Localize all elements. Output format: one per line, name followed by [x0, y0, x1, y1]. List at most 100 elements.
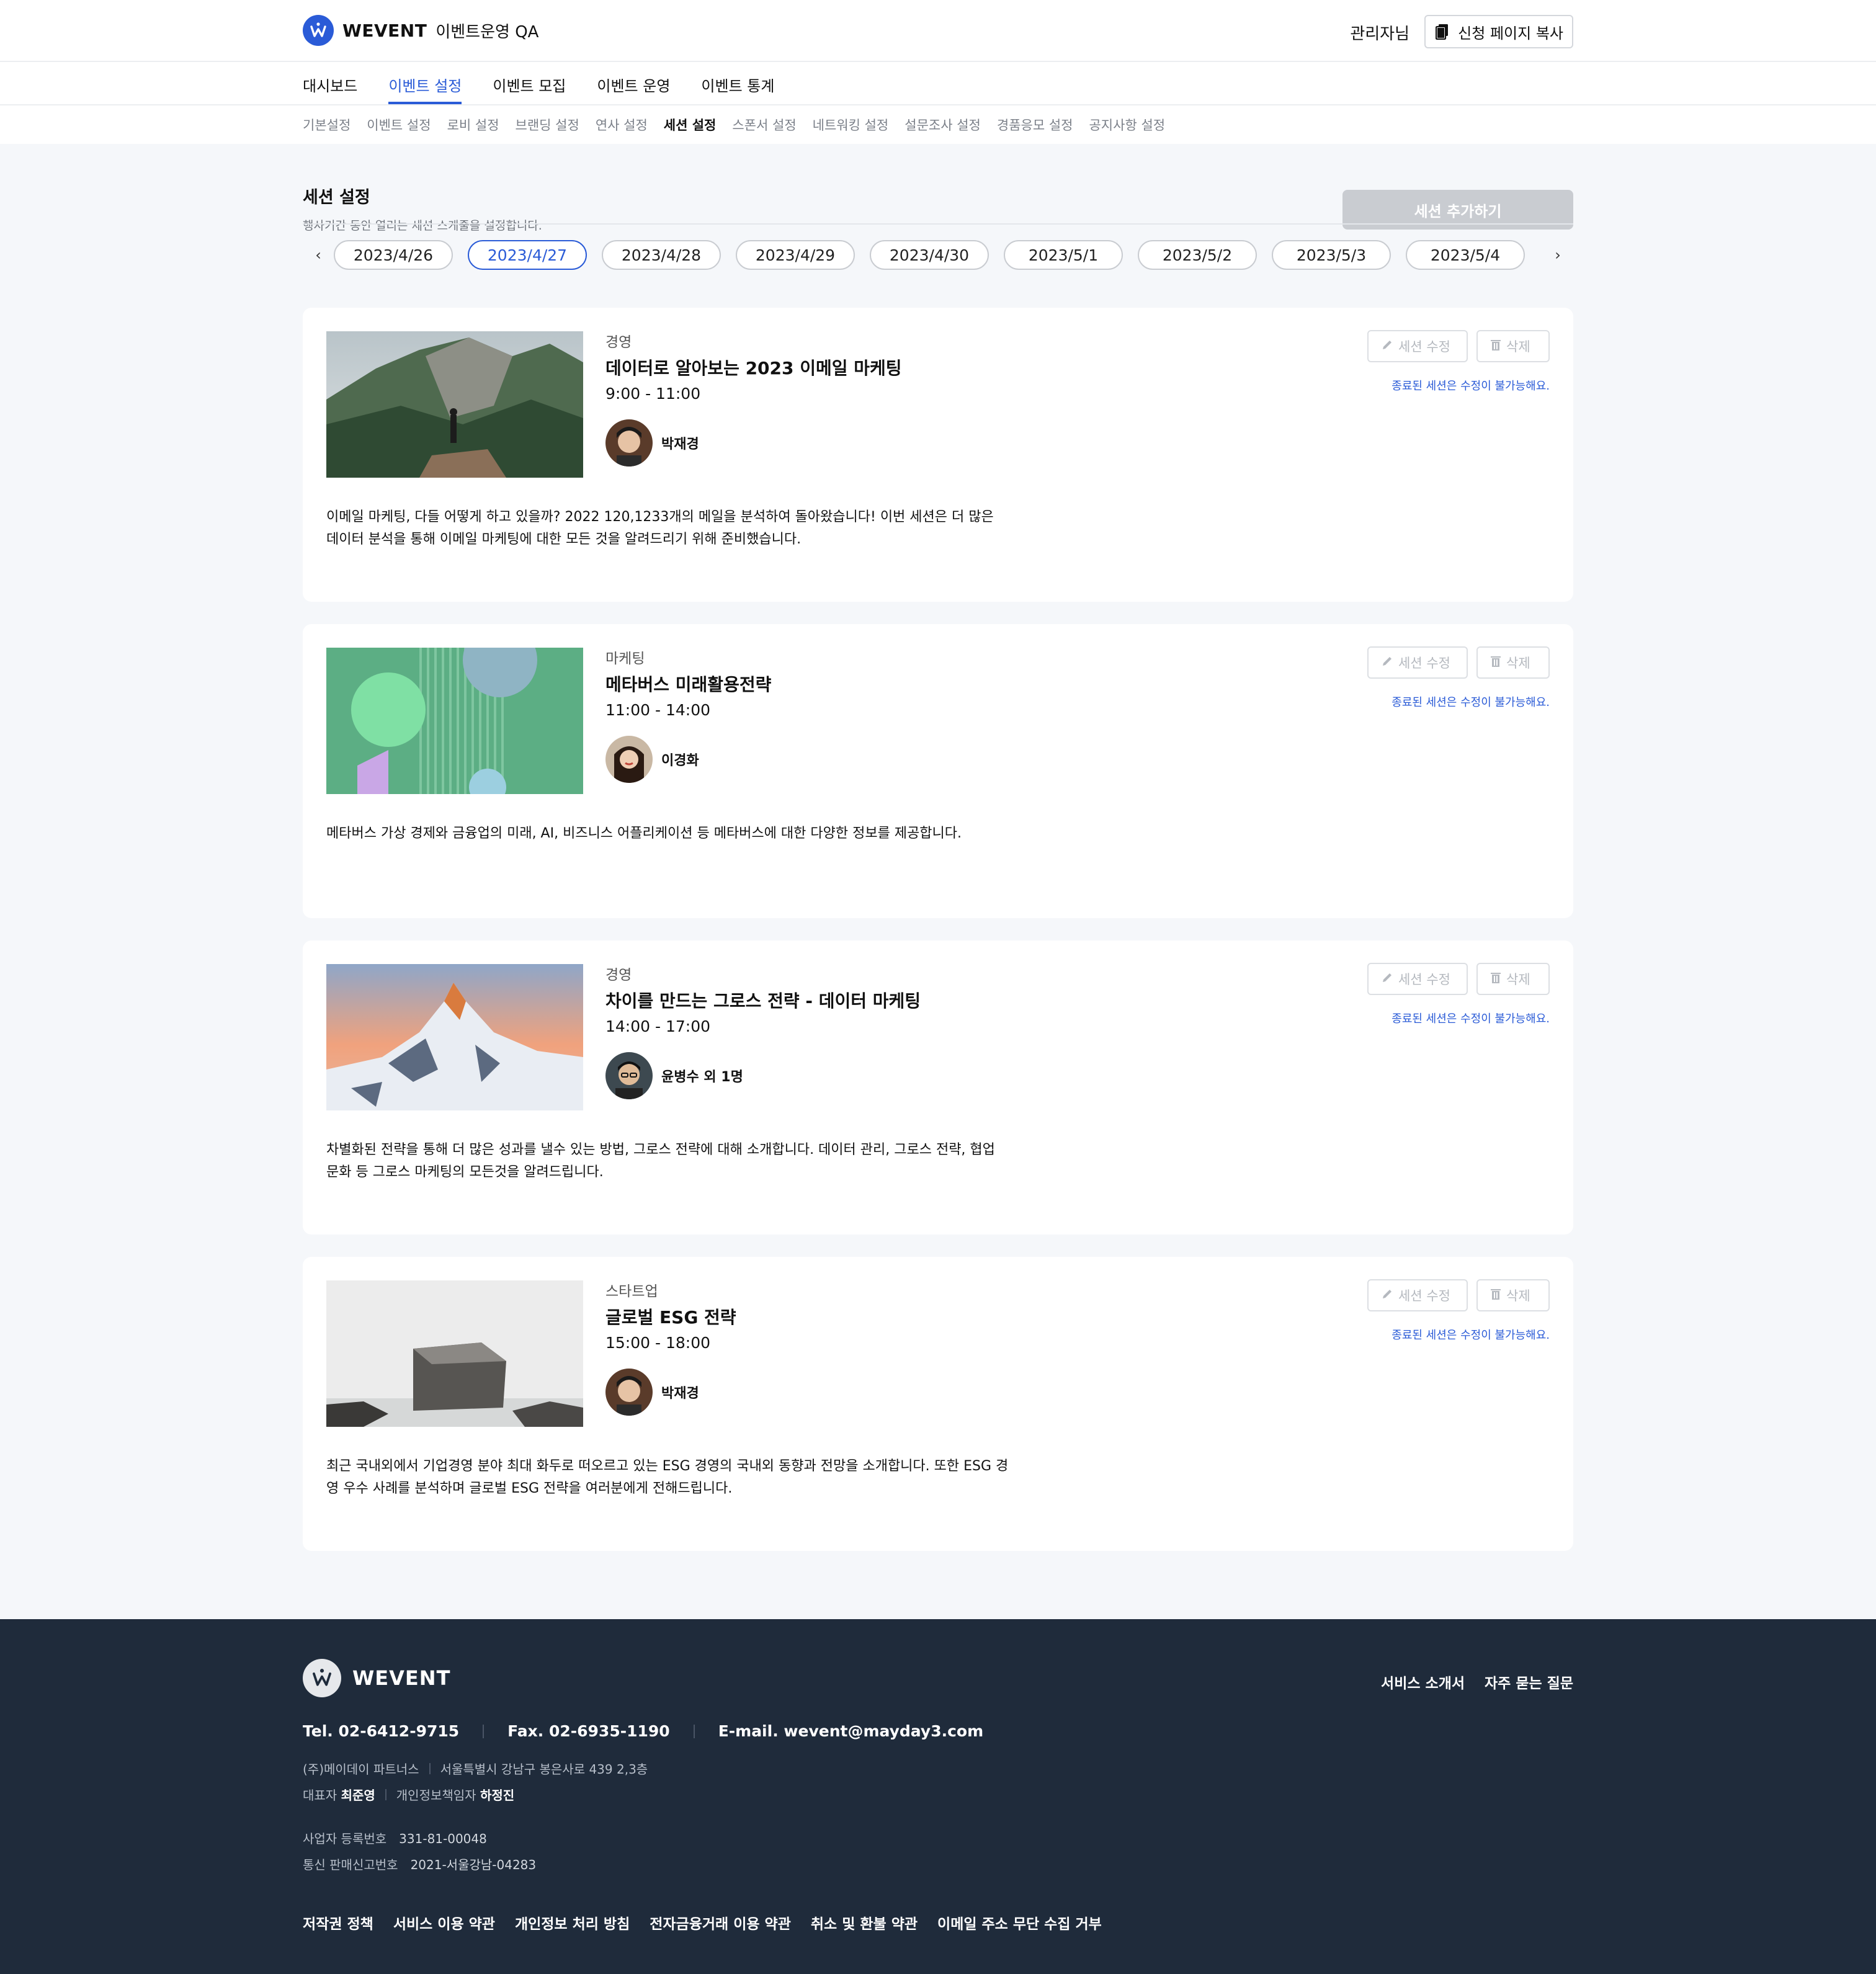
date-tab[interactable]: 2023/4/27: [468, 240, 587, 270]
delete-session-button[interactable]: 삭제: [1476, 963, 1550, 995]
delete-session-button[interactable]: 삭제: [1476, 1279, 1550, 1311]
date-tab[interactable]: 2023/4/28: [602, 240, 721, 270]
delete-session-button[interactable]: 삭제: [1476, 330, 1550, 362]
session-card: 마케팅 메타버스 미래활용전략 11:00 - 14:00 이경화 메타버스 가상 경제…: [303, 624, 1573, 918]
sub-nav-item[interactable]: 경품응모 설정: [997, 115, 1073, 134]
edit-session-label: 세션 수정: [1398, 339, 1450, 354]
footer-mail-order-value: 2021-서울강남-04283: [410, 1857, 537, 1872]
session-time: 11:00 - 14:00: [605, 701, 711, 719]
footer-biz-reg-label: 사업자 등록번호: [303, 1831, 387, 1846]
session-title: 글로벌 ESG 전략: [605, 1307, 736, 1328]
footer-policy-link[interactable]: 취소 및 환불 약관: [811, 1912, 918, 1933]
edit-session-button[interactable]: 세션 수정: [1367, 330, 1468, 362]
faq-link[interactable]: 자주 묻는 질문: [1485, 1671, 1573, 1692]
sub-nav-item[interactable]: 이벤트 설정: [367, 115, 431, 134]
edit-session-button[interactable]: 세션 수정: [1367, 1279, 1468, 1311]
footer-tel: Tel. 02-6412-9715: [303, 1722, 460, 1740]
main-nav-item[interactable]: 이벤트 설정: [388, 62, 462, 104]
session-description: 차별화된 전략을 통해 더 많은 성과를 낼수 있는 방법, 그로스 전략에 대…: [326, 1142, 995, 1180]
pencil-icon: [1381, 971, 1393, 987]
main-nav-item[interactable]: 대시보드: [303, 62, 357, 104]
sub-nav-item[interactable]: 로비 설정: [447, 115, 499, 134]
session-speaker: 이경화: [605, 736, 699, 783]
session-time: 15:00 - 18:00: [605, 1334, 711, 1352]
footer-biz-reg: 사업자 등록번호 331-81-00048: [303, 1829, 487, 1847]
chevron-right-icon[interactable]: ›: [1542, 246, 1573, 264]
date-tab[interactable]: 2023/4/30: [870, 240, 989, 270]
footer-company: (주)메이데이 파트너스: [303, 1762, 419, 1777]
session-category: 경영: [605, 334, 632, 351]
edit-session-button[interactable]: 세션 수정: [1367, 963, 1468, 995]
sub-nav-item[interactable]: 기본설정: [303, 115, 351, 134]
footer-policy-link[interactable]: 이메일 주소 무단 수집 거부: [937, 1912, 1102, 1933]
session-thumbnail-image: [326, 331, 583, 478]
date-tab[interactable]: 2023/4/29: [736, 240, 855, 270]
trash-icon: [1490, 339, 1501, 354]
brand[interactable]: WEVENT 이벤트운영 QA: [303, 15, 538, 46]
footer-policy-link[interactable]: 전자금융거래 이용 약관: [650, 1912, 791, 1933]
speaker-avatar: [605, 1369, 653, 1416]
footer-policy-link[interactable]: 개인정보 처리 방침: [515, 1912, 630, 1933]
footer-address: 서울특별시 강남구 봉은사로 439 2,3층: [440, 1762, 648, 1777]
session-edit-disabled-note: 종료된 세션은 수정이 불가능해요.: [1391, 1329, 1550, 1342]
sub-nav-item[interactable]: 네트워킹 설정: [813, 115, 889, 134]
footer-top-links: 서비스 소개서 자주 묻는 질문: [1381, 1671, 1573, 1692]
session-edit-disabled-note: 종료된 세션은 수정이 불가능해요.: [1391, 1012, 1550, 1025]
speaker-name: 박재경: [661, 1386, 699, 1401]
copy-apply-page-button[interactable]: 신청 페이지 복사: [1424, 15, 1573, 48]
speaker-name: 이경화: [661, 753, 699, 769]
date-tab[interactable]: 2023/5/1: [1004, 240, 1123, 270]
service-intro-link[interactable]: 서비스 소개서: [1381, 1671, 1465, 1692]
date-tab[interactable]: 2023/5/4: [1406, 240, 1525, 270]
event-name: 이벤트운영 QA: [436, 22, 539, 42]
sub-nav: 기본설정 이벤트 설정 로비 설정 브랜딩 설정 연사 설정 세션 설정 스폰서 설정 네트워…: [0, 105, 1876, 144]
sub-nav-item[interactable]: 스폰서 설정: [732, 115, 796, 134]
edit-session-label: 세션 수정: [1398, 656, 1450, 671]
footer-fax: Fax. 02-6935-1190: [507, 1722, 670, 1740]
trash-icon: [1490, 971, 1501, 987]
footer-policy-link[interactable]: 저작권 정책: [303, 1912, 373, 1933]
sub-nav-item[interactable]: 연사 설정: [596, 115, 648, 134]
footer-mail-order: 통신 판매신고번호 2021-서울강남-04283: [303, 1855, 536, 1873]
date-tab[interactable]: 2023/4/26: [334, 240, 453, 270]
edit-session-button[interactable]: 세션 수정: [1367, 646, 1468, 679]
session-speaker: 박재경: [605, 419, 699, 467]
content-area: 세션 설정 행사기간 동안 열리는 세션 스케줄을 설정합니다. 세션 추가하기…: [0, 144, 1876, 1619]
sub-nav-item[interactable]: 공지사항 설정: [1089, 115, 1165, 134]
pencil-icon: [1381, 339, 1393, 354]
session-actions: 세션 수정 삭제: [1367, 330, 1550, 362]
footer-privacy-officer: 하정진: [480, 1788, 515, 1803]
speaker-avatar: [605, 736, 653, 783]
session-edit-disabled-note: 종료된 세션은 수정이 불가능해요.: [1391, 380, 1550, 393]
footer-policy-link[interactable]: 서비스 이용 약관: [393, 1912, 495, 1933]
chevron-left-icon[interactable]: ‹: [303, 246, 334, 264]
admin-user-menu[interactable]: 관리자님: [1350, 21, 1409, 44]
session-thumbnail-image: [326, 1280, 583, 1427]
footer-biz-reg-value: 331-81-00048: [399, 1831, 487, 1846]
date-tab[interactable]: 2023/5/3: [1272, 240, 1391, 270]
session-category: 스타트업: [605, 1284, 658, 1300]
session-category: 경영: [605, 967, 632, 983]
edit-session-label: 세션 수정: [1398, 1288, 1450, 1303]
top-header: WEVENT 이벤트운영 QA 관리자님 신청 페이지 복사: [0, 0, 1876, 62]
footer-contact: Tel. 02-6412-9715 Fax. 02-6935-1190 E-ma…: [303, 1722, 983, 1740]
session-description: 최근 국내외에서 기업경영 분야 최대 화두로 떠오르고 있는 ESG 경영의 …: [326, 1458, 1009, 1496]
sub-nav-item[interactable]: 세션 설정: [664, 115, 717, 134]
footer-brand-name: WEVENT: [352, 1666, 451, 1690]
main-nav-item[interactable]: 이벤트 운영: [597, 62, 670, 104]
main-nav-item[interactable]: 이벤트 통계: [701, 62, 774, 104]
session-category: 마케팅: [605, 651, 645, 667]
session-card: 스타트업글로벌 ESG 전략 15:00 - 18:00 박재경최근 국내외에서 기…: [303, 1257, 1573, 1551]
main-nav-item[interactable]: 이벤트 모집: [493, 62, 566, 104]
session-actions: 세션 수정 삭제: [1367, 1279, 1550, 1311]
trash-icon: [1490, 655, 1501, 671]
sub-nav-item[interactable]: 설문조사 설정: [904, 115, 981, 134]
session-description: 메타버스 가상 경제와 금융업의 미래, AI, 비즈니스 어플리케이션 등 메…: [326, 826, 962, 841]
sub-nav-item[interactable]: 브랜딩 설정: [516, 115, 579, 134]
divider: [429, 1762, 431, 1774]
date-tab[interactable]: 2023/5/2: [1138, 240, 1257, 270]
pencil-icon: [1381, 1288, 1393, 1303]
delete-session-button[interactable]: 삭제: [1476, 646, 1550, 679]
wevent-logo-icon: [303, 15, 334, 46]
main-nav: 대시보드 이벤트 설정 이벤트 모집 이벤트 운영 이벤트 통계: [0, 62, 1876, 105]
